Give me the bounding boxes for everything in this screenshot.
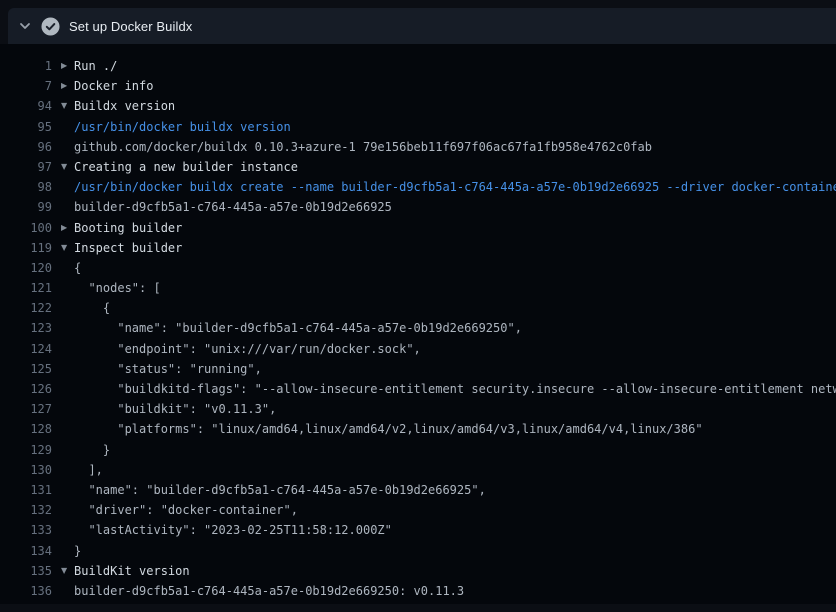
log-text: github.com/docker/buildx 0.10.3+azure-1 … bbox=[74, 137, 652, 157]
log-text: Inspect builder bbox=[74, 238, 182, 258]
line-number[interactable]: 120 bbox=[0, 258, 52, 278]
log-text: BuildKit version bbox=[74, 561, 190, 581]
line-number[interactable]: 1 bbox=[0, 56, 52, 76]
log-text: Booting builder bbox=[74, 218, 182, 238]
log-text: Run ./ bbox=[74, 56, 117, 76]
line-number[interactable]: 7 bbox=[0, 76, 52, 96]
line-number[interactable]: 100 bbox=[0, 218, 52, 238]
step-title: Set up Docker Buildx bbox=[69, 19, 192, 34]
log-text: builder-d9cfb5a1-c764-445a-a57e-0b19d2e6… bbox=[74, 197, 392, 217]
line-number[interactable]: 128 bbox=[0, 419, 52, 439]
log-line[interactable]: 135 ▼ BuildKit version bbox=[0, 561, 836, 581]
log-text: builder-d9cfb5a1-c764-445a-a57e-0b19d2e6… bbox=[74, 581, 464, 601]
check-circle-icon bbox=[40, 16, 60, 36]
log-line[interactable]: 7 ▶ Docker info bbox=[0, 76, 836, 96]
log-text: ], bbox=[74, 460, 103, 480]
log-line[interactable]: 97 ▼ Creating a new builder instance bbox=[0, 157, 836, 177]
log-line: 123 "name": "builder-d9cfb5a1-c764-445a-… bbox=[0, 318, 836, 338]
line-number[interactable]: 129 bbox=[0, 440, 52, 460]
log-line: 132 "driver": "docker-container", bbox=[0, 500, 836, 520]
line-number[interactable]: 124 bbox=[0, 339, 52, 359]
line-number[interactable]: 136 bbox=[0, 581, 52, 601]
log-line[interactable]: 119 ▼ Inspect builder bbox=[0, 238, 836, 258]
log-text: "buildkitd-flags": "--allow-insecure-ent… bbox=[74, 379, 836, 399]
group-toggle-icon[interactable]: ▼ bbox=[61, 561, 74, 581]
line-number[interactable]: 95 bbox=[0, 117, 52, 137]
log-text: "driver": "docker-container", bbox=[74, 500, 298, 520]
log-line: 120 { bbox=[0, 258, 836, 278]
log-line: 133 "lastActivity": "2023-02-25T11:58:12… bbox=[0, 520, 836, 540]
group-toggle-icon[interactable]: ▶ bbox=[61, 56, 74, 76]
line-number[interactable]: 99 bbox=[0, 197, 52, 217]
log-line: 96 github.com/docker/buildx 0.10.3+azure… bbox=[0, 137, 836, 157]
log-line: 134 } bbox=[0, 541, 836, 561]
group-toggle-icon[interactable]: ▼ bbox=[61, 157, 74, 177]
line-number[interactable]: 97 bbox=[0, 157, 52, 177]
log-line: 128 "platforms": "linux/amd64,linux/amd6… bbox=[0, 419, 836, 439]
line-number[interactable]: 98 bbox=[0, 177, 52, 197]
log-area: 1 ▶ Run ./ 7 ▶ Docker info 94 ▼ Buildx v… bbox=[0, 44, 836, 604]
log-text: "nodes": [ bbox=[74, 278, 161, 298]
line-number[interactable]: 96 bbox=[0, 137, 52, 157]
log-text: "buildkit": "v0.11.3", bbox=[74, 399, 276, 419]
line-number[interactable]: 131 bbox=[0, 480, 52, 500]
group-toggle-icon[interactable]: ▶ bbox=[61, 218, 74, 238]
log-line: 131 "name": "builder-d9cfb5a1-c764-445a-… bbox=[0, 480, 836, 500]
log-text: /usr/bin/docker buildx create --name bui… bbox=[74, 177, 836, 197]
log-text: { bbox=[74, 258, 81, 278]
log-text: Buildx version bbox=[74, 96, 175, 116]
log-line: 124 "endpoint": "unix:///var/run/docker.… bbox=[0, 339, 836, 359]
log-line: 122 { bbox=[0, 298, 836, 318]
log-line[interactable]: 1 ▶ Run ./ bbox=[0, 56, 836, 76]
chevron-down-icon[interactable] bbox=[18, 19, 32, 33]
line-number[interactable]: 125 bbox=[0, 359, 52, 379]
log-line: 125 "status": "running", bbox=[0, 359, 836, 379]
log-text: } bbox=[74, 440, 110, 460]
line-number[interactable]: 127 bbox=[0, 399, 52, 419]
line-number[interactable]: 130 bbox=[0, 460, 52, 480]
group-toggle-icon[interactable]: ▼ bbox=[61, 96, 74, 116]
line-number[interactable]: 132 bbox=[0, 500, 52, 520]
log-line: 121 "nodes": [ bbox=[0, 278, 836, 298]
line-number[interactable]: 133 bbox=[0, 520, 52, 540]
log-text: "lastActivity": "2023-02-25T11:58:12.000… bbox=[74, 520, 392, 540]
line-number[interactable]: 134 bbox=[0, 541, 52, 561]
log-line: 98 /usr/bin/docker buildx create --name … bbox=[0, 177, 836, 197]
line-number[interactable]: 123 bbox=[0, 318, 52, 338]
group-toggle-icon[interactable]: ▼ bbox=[61, 238, 74, 258]
log-text: "platforms": "linux/amd64,linux/amd64/v2… bbox=[74, 419, 703, 439]
log-text: } bbox=[74, 541, 81, 561]
log-text: Docker info bbox=[74, 76, 153, 96]
log-line[interactable]: 100 ▶ Booting builder bbox=[0, 218, 836, 238]
line-number[interactable]: 135 bbox=[0, 561, 52, 581]
log-text: "name": "builder-d9cfb5a1-c764-445a-a57e… bbox=[74, 480, 486, 500]
log-line: 129 } bbox=[0, 440, 836, 460]
line-number[interactable]: 122 bbox=[0, 298, 52, 318]
log-line: 136 builder-d9cfb5a1-c764-445a-a57e-0b19… bbox=[0, 581, 836, 601]
log-line: 127 "buildkit": "v0.11.3", bbox=[0, 399, 836, 419]
line-number[interactable]: 94 bbox=[0, 96, 52, 116]
log-line: 99 builder-d9cfb5a1-c764-445a-a57e-0b19d… bbox=[0, 197, 836, 217]
log-line[interactable]: 94 ▼ Buildx version bbox=[0, 96, 836, 116]
actions-log-viewer: Set up Docker Buildx 1 ▶ Run ./ 7 ▶ Dock… bbox=[0, 8, 836, 612]
log-line: 95 /usr/bin/docker buildx version bbox=[0, 117, 836, 137]
log-text: /usr/bin/docker buildx version bbox=[74, 117, 291, 137]
line-number[interactable]: 119 bbox=[0, 238, 52, 258]
group-toggle-icon[interactable]: ▶ bbox=[61, 76, 74, 96]
log-text: "name": "builder-d9cfb5a1-c764-445a-a57e… bbox=[74, 318, 522, 338]
line-number[interactable]: 126 bbox=[0, 379, 52, 399]
line-number[interactable]: 121 bbox=[0, 278, 52, 298]
log-line: 130 ], bbox=[0, 460, 836, 480]
log-text: "endpoint": "unix:///var/run/docker.sock… bbox=[74, 339, 421, 359]
step-header[interactable]: Set up Docker Buildx bbox=[8, 8, 836, 44]
log-text: { bbox=[74, 298, 110, 318]
log-line: 126 "buildkitd-flags": "--allow-insecure… bbox=[0, 379, 836, 399]
log-text: Creating a new builder instance bbox=[74, 157, 298, 177]
log-text: "status": "running", bbox=[74, 359, 262, 379]
